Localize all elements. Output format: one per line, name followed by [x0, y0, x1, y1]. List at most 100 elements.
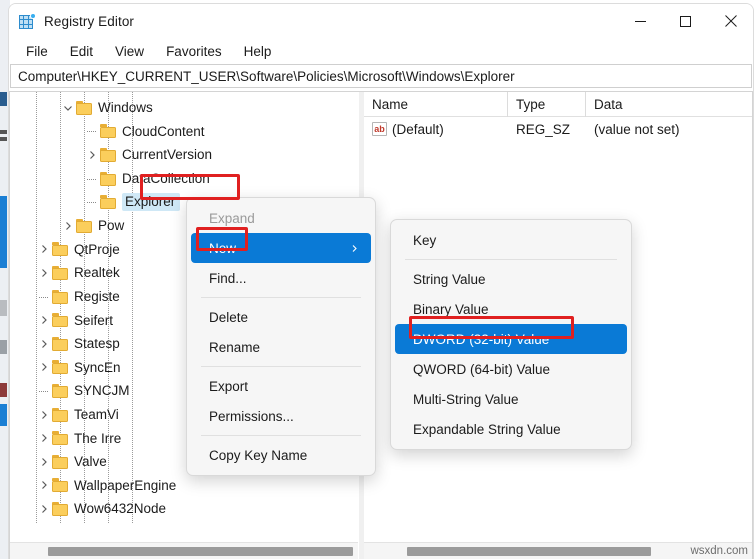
menu-item-label: Expand	[209, 210, 255, 226]
tree-item-label: Valve	[74, 454, 107, 470]
submenu-item-dword-32-bit-value[interactable]: DWORD (32-bit) Value	[395, 324, 627, 354]
value-name-text: (Default)	[392, 121, 444, 137]
folder-icon	[52, 360, 69, 375]
context-menu-item-export[interactable]: Export	[187, 371, 375, 401]
menu-edit[interactable]: Edit	[59, 41, 104, 62]
menu-view[interactable]: View	[104, 41, 155, 62]
registry-editor-window: Registry Editor File Edit View Favorites…	[8, 3, 754, 559]
tree-leaf-connector-icon	[36, 383, 52, 399]
chevron-right-icon[interactable]	[36, 477, 52, 493]
tree-item-label: WallpaperEngine	[74, 477, 177, 493]
chevron-right-icon[interactable]	[36, 312, 52, 328]
tree-item-wow6432node[interactable]: Wow6432Node	[10, 497, 359, 521]
menu-item-label: Key	[413, 232, 437, 248]
submenu-item-multi-string-value[interactable]: Multi-String Value	[391, 384, 631, 414]
maximize-icon[interactable]	[663, 4, 708, 38]
menu-item-label: DWORD (32-bit) Value	[413, 331, 550, 347]
tree-item-currentversion[interactable]: CurrentVersion	[10, 143, 359, 167]
desktop-icon-sliver	[0, 196, 7, 268]
minimize-icon[interactable]	[618, 4, 663, 38]
address-input[interactable]: Computer\HKEY_CURRENT_USER\Software\Poli…	[10, 64, 752, 88]
column-header-type[interactable]: Type	[508, 92, 586, 117]
menu-favorites[interactable]: Favorites	[155, 41, 233, 62]
folder-icon	[52, 431, 69, 446]
tree-horizontal-scrollbar[interactable]	[10, 542, 358, 559]
new-submenu[interactable]: Key String Value Binary Value DWORD (32-bit…	[390, 219, 632, 450]
column-header-data[interactable]: Data	[586, 92, 752, 117]
menu-help[interactable]: Help	[233, 41, 283, 62]
window-title: Registry Editor	[44, 13, 135, 29]
chevron-right-icon[interactable]	[84, 147, 100, 163]
folder-icon	[52, 383, 69, 398]
chevron-right-icon[interactable]	[36, 501, 52, 517]
value-name-cell: ab (Default)	[364, 122, 508, 137]
tree-item-label: Explorer	[122, 193, 181, 212]
menu-file[interactable]: File	[15, 41, 59, 62]
tree-item-windows[interactable]: Windows	[10, 96, 359, 120]
chevron-right-icon[interactable]	[36, 241, 52, 257]
content-area: Windows CloudContent CurrentVersion DataCol…	[9, 91, 753, 559]
chevron-right-icon	[350, 244, 359, 253]
context-menu-item-find[interactable]: Find...	[187, 263, 375, 293]
tree-item-wallpaperengine[interactable]: WallpaperEngine	[10, 474, 359, 498]
menu-item-label: Permissions...	[209, 408, 294, 424]
close-icon[interactable]	[708, 4, 753, 38]
submenu-item-expandable-string-value[interactable]: Expandable String Value	[391, 414, 631, 444]
tree-item-label: DataCollection	[122, 171, 210, 187]
tree-item-label: SyncEn	[74, 359, 121, 375]
context-menu-item-new[interactable]: New	[191, 233, 371, 263]
menu-item-label: String Value	[413, 271, 486, 287]
menu-item-label: Rename	[209, 339, 261, 355]
chevron-right-icon[interactable]	[36, 430, 52, 446]
window-controls	[618, 4, 753, 38]
desktop-icon-sliver	[0, 92, 7, 106]
folder-icon	[76, 100, 93, 115]
menu-item-label: Copy Key Name	[209, 447, 308, 463]
chevron-down-icon[interactable]	[60, 100, 76, 116]
menu-separator	[201, 297, 361, 298]
context-menu-item-permissions[interactable]: Permissions...	[187, 401, 375, 431]
menu-item-label: Export	[209, 378, 249, 394]
context-menu-item-delete[interactable]: Delete	[187, 302, 375, 332]
tree-item-datacollection[interactable]: DataCollection	[10, 167, 359, 191]
menu-item-label: Expandable String Value	[413, 421, 561, 437]
menu-item-label: New	[209, 240, 237, 256]
folder-icon	[52, 289, 69, 304]
chevron-right-icon[interactable]	[36, 336, 52, 352]
values-header-row: Name Type Data	[364, 92, 752, 117]
submenu-item-qword-64-bit-value[interactable]: QWORD (64-bit) Value	[391, 354, 631, 384]
ab-string-icon: ab	[372, 122, 387, 136]
value-data-cell: (value not set)	[594, 121, 680, 137]
menu-separator	[201, 366, 361, 367]
folder-icon	[76, 218, 93, 233]
folder-icon	[100, 124, 117, 139]
submenu-item-key[interactable]: Key	[391, 225, 631, 255]
context-menu-item-copy-key-name[interactable]: Copy Key Name	[187, 440, 375, 470]
tree-item-label: Wow6432Node	[74, 501, 167, 517]
folder-icon	[52, 313, 69, 328]
submenu-item-string-value[interactable]: String Value	[391, 264, 631, 294]
tree-item-label: Realtek	[74, 265, 120, 281]
desktop-icon-sliver	[0, 300, 7, 316]
table-row[interactable]: ab (Default) REG_SZ (value not set)	[364, 117, 752, 141]
chevron-right-icon[interactable]	[36, 454, 52, 470]
column-header-name[interactable]: Name	[364, 92, 508, 117]
tree-item-label: Windows	[98, 100, 153, 116]
tree-leaf-connector-icon	[84, 194, 100, 210]
chevron-right-icon[interactable]	[36, 265, 52, 281]
menu-separator	[405, 259, 617, 260]
chevron-right-icon[interactable]	[36, 407, 52, 423]
tree-item-label: QtProje	[74, 241, 120, 257]
address-bar-container: Computer\HKEY_CURRENT_USER\Software\Poli…	[9, 64, 753, 91]
menu-separator	[201, 435, 361, 436]
tree-item-cloudcontent[interactable]: CloudContent	[10, 120, 359, 144]
desktop-icon-sliver	[0, 130, 7, 134]
submenu-item-binary-value[interactable]: Binary Value	[391, 294, 631, 324]
value-type-cell: REG_SZ	[516, 121, 571, 137]
menu-item-label: Find...	[209, 270, 247, 286]
chevron-right-icon[interactable]	[36, 359, 52, 375]
tree-item-zoomumx[interactable]: ZoomUMX	[10, 521, 359, 523]
context-menu[interactable]: Expand New Find... Delete Rename Export Permis…	[186, 197, 376, 476]
chevron-right-icon[interactable]	[60, 218, 76, 234]
context-menu-item-rename[interactable]: Rename	[187, 332, 375, 362]
